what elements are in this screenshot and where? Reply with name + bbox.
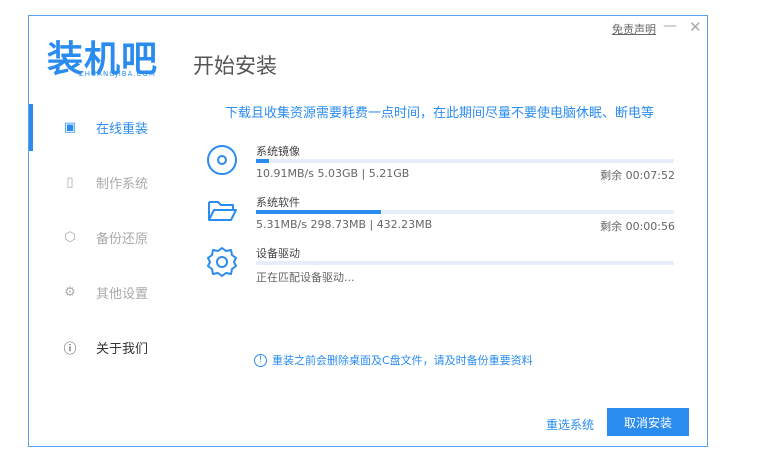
task-name: 系统软件 [256,196,300,209]
sidebar-item-other-settings[interactable]: ⚙ 其他设置 [29,265,189,320]
warning-text: 重装之前会删除桌面及C盘文件，请及时备份重要资料 [272,354,533,367]
logo-subtitle: ZHUANGJIBA.COM [79,70,156,78]
sidebar-item-backup-restore[interactable]: ⬡ 备份还原 [29,210,189,265]
sidebar: ▣ 在线重装 ▯ 制作系统 ⬡ 备份还原 ⚙ 其他设置 ⓘ 关于我们 [29,100,189,375]
task-name: 设备驱动 [256,247,300,260]
disc-icon [207,145,237,175]
usb-icon: ▯ [66,175,74,190]
close-button[interactable]: ✕ [689,18,702,36]
folder-icon [208,201,237,221]
progress-fill [256,210,382,214]
task-stats: 5.31MB/s 298.73MB | 432.23MB [256,218,433,231]
progress-bar [256,261,674,265]
task-system-image: 系统镜像 10.91MB/s 5.03GB | 5.21GB 剩余 00:07:… [205,143,675,193]
sidebar-item-make-system[interactable]: ▯ 制作系统 [29,155,189,210]
monitor-icon: ▣ [63,120,77,135]
info-icon: ! [254,353,267,367]
minimize-button[interactable]: — [663,18,677,34]
sidebar-item-label: 关于我们 [96,342,149,357]
task-system-software: 系统软件 5.31MB/s 298.73MB | 432.23MB 剩余 00:… [205,194,675,244]
progress-fill [256,159,269,163]
download-notice: 下载且收集资源需要耗费一点时间，在此期间尽量不要使电脑休眠、断电等 [225,106,655,121]
cube-icon: ⬡ [64,230,76,245]
sidebar-item-label: 在线重装 [96,122,149,137]
time-remaining: 剩余 00:07:52 [600,169,675,182]
task-stats: 正在匹配设备驱动... [256,271,355,284]
sidebar-item-about[interactable]: ⓘ 关于我们 [29,320,189,375]
progress-bar [256,210,674,214]
reselect-system-link[interactable]: 重选系统 [546,416,594,433]
backup-warning: ! 重装之前会删除桌面及C盘文件，请及时备份重要资料 [254,352,533,368]
sidebar-item-label: 备份还原 [96,232,149,247]
time-remaining: 剩余 00:00:56 [600,220,675,233]
page-title: 开始安装 [193,54,277,78]
sidebar-item-label: 制作系统 [96,177,149,192]
cancel-install-button[interactable]: 取消安装 [607,408,689,436]
task-device-drivers: 设备驱动 正在匹配设备驱动... [205,245,675,295]
info-icon: ⓘ [63,342,77,357]
task-name: 系统镜像 [256,145,300,158]
task-stats: 10.91MB/s 5.03GB | 5.21GB [256,167,410,180]
sidebar-item-online-reinstall[interactable]: ▣ 在线重装 [29,100,189,155]
gear-icon: ⚙ [64,285,76,300]
sidebar-item-label: 其他设置 [96,287,149,302]
installer-window: 装机吧 ZHUANGJIBA.COM 开始安装 免责声明 — ✕ ▣ 在线重装 ▯… [28,15,708,447]
disclaimer-link[interactable]: 免责声明 [612,21,656,37]
progress-bar [256,159,674,163]
gear-icon [207,247,237,277]
